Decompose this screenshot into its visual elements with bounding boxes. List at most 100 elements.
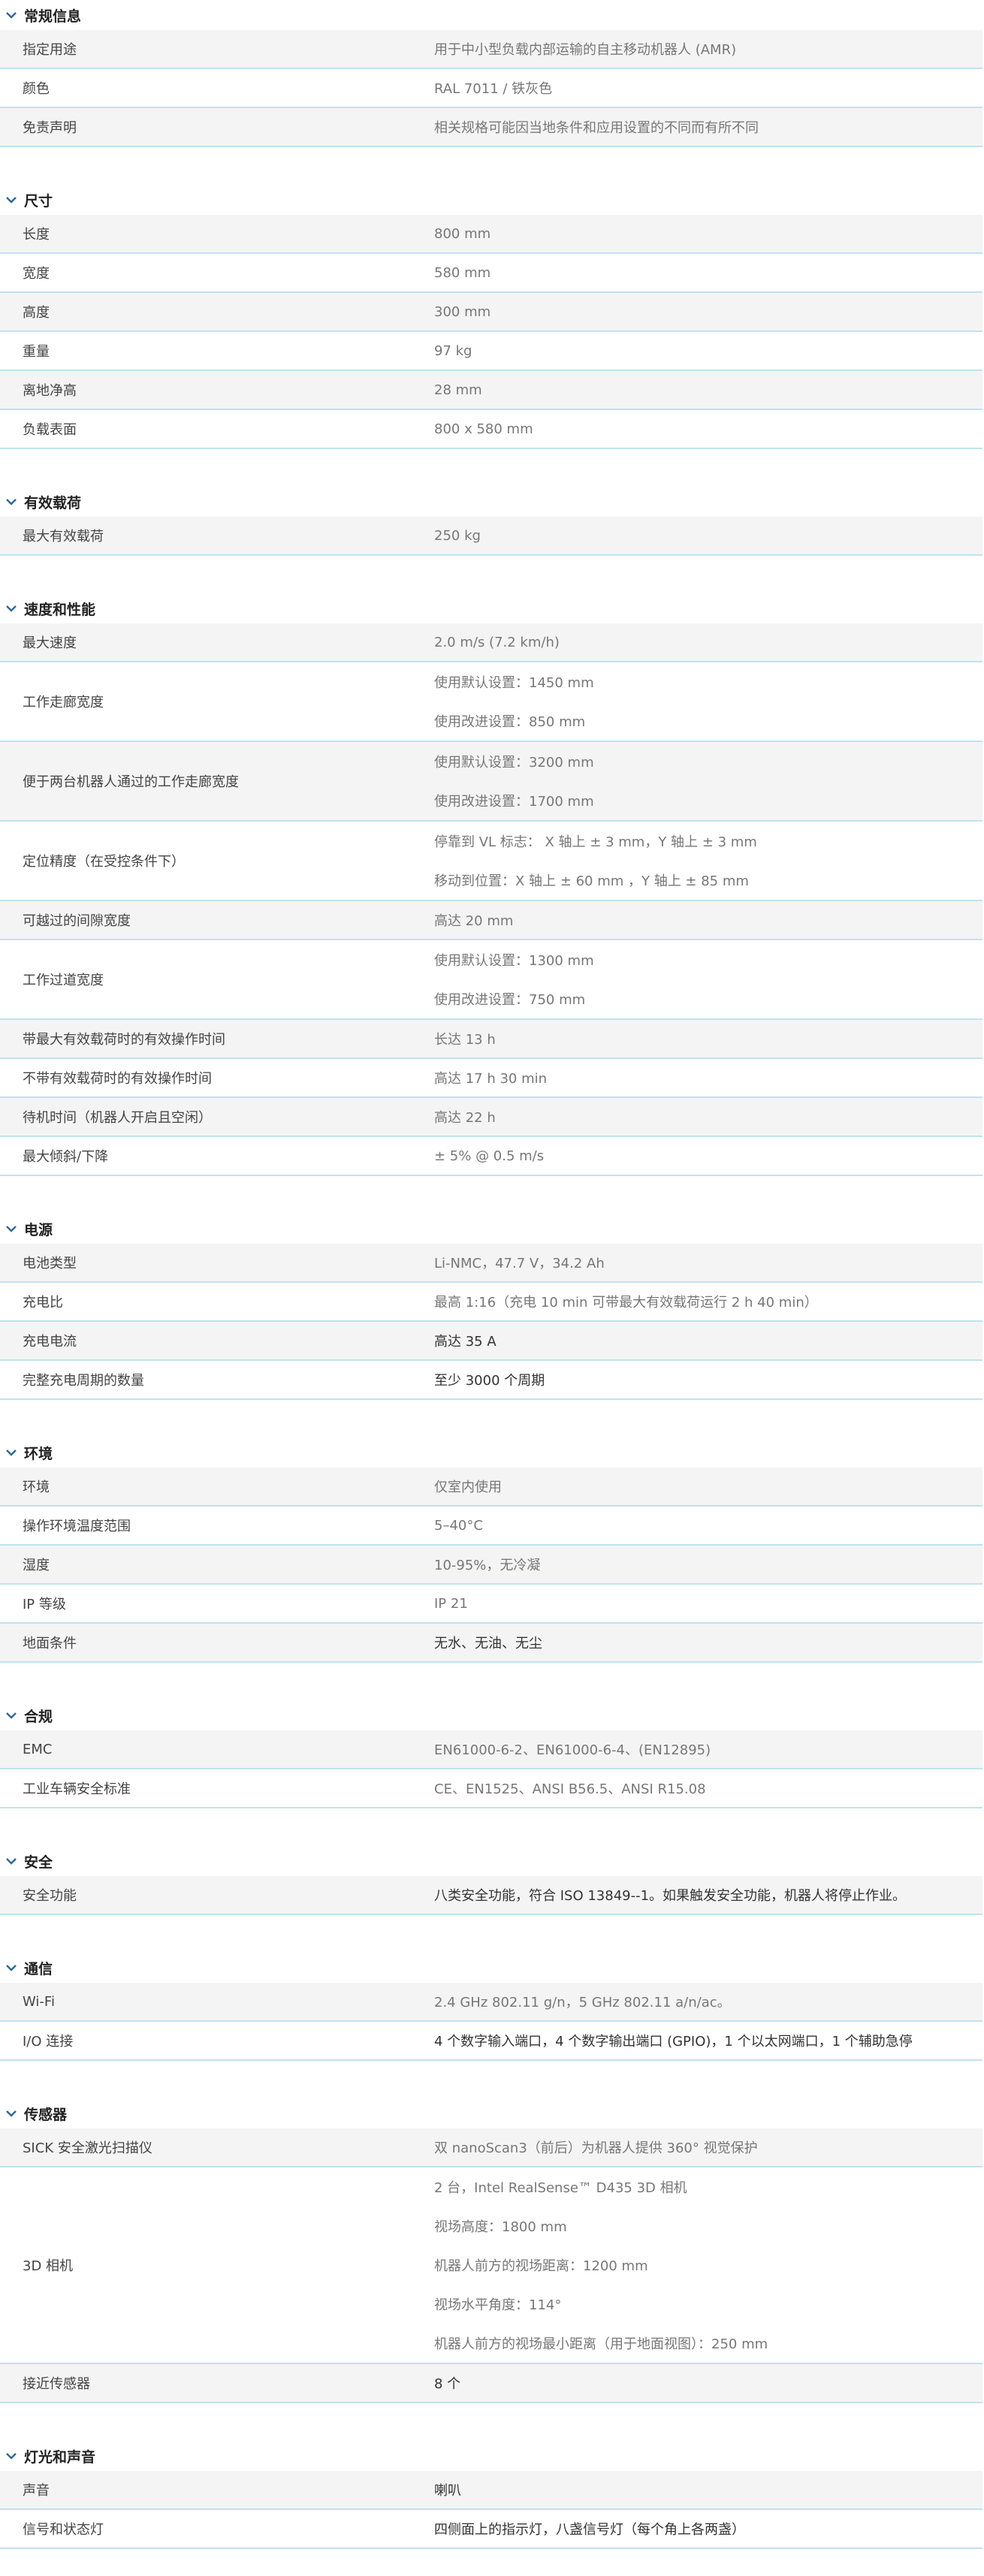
spec-row: 地面条件 无水、无油、无尘 [0, 1624, 982, 1663]
spec-label: 颜色 [23, 81, 50, 97]
spec-value: 580 mm [434, 254, 982, 291]
spec-rows: 电池类型 Li-NMC，47.7 V，34.2 Ah 充电比 最高 1:16（充电 1… [0, 1244, 984, 1400]
spec-value-line: 5–40°C [434, 1517, 483, 1534]
chevron-down-icon[interactable] [6, 1447, 17, 1458]
spec-label: 湿度 [23, 1558, 50, 1573]
spec-row: 待机时间（机器人开启且空闲） 高达 22 h [0, 1098, 982, 1137]
spec-value-line: IP 21 [434, 1595, 468, 1612]
spec-value-line: 800 mm [434, 225, 491, 242]
spec-row: 湿度 10-95%，无冷凝 [0, 1546, 982, 1585]
section-header[interactable]: 有效载荷 [0, 487, 984, 517]
spec-row: 工作走廊宽度 使用默认设置：1450 mm 使用改进设置：850 mm [0, 662, 982, 742]
spec-rows: EMC EN61000-6-2、EN61000-6-4、(EN12895) 工业车辆… [0, 1730, 984, 1808]
section-title: 通信 [24, 1960, 53, 1977]
spec-value: CE、EN1525、ANSI B56.5、ANSI R15.08 [434, 1769, 982, 1807]
spec-value-line: 使用默认设置：1300 mm [434, 953, 594, 969]
section-header[interactable]: 环境 [0, 1437, 984, 1467]
spec-label: 声音 [23, 2483, 50, 2499]
spec-value-line: 250 kg [434, 527, 481, 544]
spec-row: 宽度 580 mm [0, 254, 982, 293]
spec-row: 接近传感器 8 个 [0, 2364, 982, 2403]
section-header[interactable]: 传感器 [0, 2098, 984, 2128]
section-title: 灯光和声音 [24, 2448, 96, 2466]
spec-rows: 指定用途 用于中小型负载内部运输的自主移动机器人 (AMR) 颜色 RAL 7011 … [0, 30, 984, 147]
spec-label: 充电电流 [23, 1334, 77, 1350]
spec-label: 免责声明 [23, 120, 77, 136]
spec-value: 高达 20 mm [434, 901, 982, 939]
chevron-down-icon[interactable] [6, 2108, 17, 2119]
spec-row: 带最大有效载荷时的有效操作时间 长达 13 h [0, 1020, 982, 1059]
spec-label: 最大倾斜/下降 [23, 1149, 109, 1165]
spec-value: 4 个数字输入端口，4 个数字输出端口 (GPIO)，1 个以太网端口，1 个辅… [434, 2022, 982, 2059]
spec-value: 2 台，Intel RealSense™ D435 3D 相机 视场高度：1800… [434, 2167, 982, 2363]
spec-row: 完整充电周期的数量 至少 3000 个周期 [0, 1361, 982, 1400]
spec-label: EMC [23, 1741, 53, 1757]
chevron-down-icon[interactable] [6, 1710, 17, 1721]
spec-label: 3D 相机 [23, 2258, 74, 2274]
spec-label: 负载表面 [23, 422, 77, 438]
spec-label: 地面条件 [23, 1636, 77, 1651]
spec-row: 工作过道宽度 使用默认设置：1300 mm 使用改进设置：750 mm [0, 940, 982, 1020]
spec-row: 离地净高 28 mm [0, 371, 982, 410]
section-title: 常规信息 [24, 8, 82, 25]
chevron-down-icon[interactable] [6, 1962, 17, 1973]
spec-row: 环境 仅室内使用 [0, 1467, 982, 1507]
spec-value: IP 21 [434, 1585, 982, 1622]
spec-rows: SICK 安全激光扫描仪 双 nanoScan3（前后）为机器人提供 360° 视… [0, 2128, 984, 2403]
spec-rows: 最大速度 2.0 m/s (7.2 km/h) 工作走廊宽度 使用默认设置：1450 … [0, 623, 984, 1176]
spec-value-line: 10-95%，无冷凝 [434, 1558, 541, 1573]
spec-label: 完整充电周期的数量 [23, 1373, 144, 1389]
spec-label: 离地净高 [23, 383, 77, 399]
spec-value-line: 机器人前方的视场距离：1200 mm [434, 2258, 648, 2274]
spec-row: 颜色 RAL 7011 / 铁灰色 [0, 69, 982, 108]
spec-value-line: RAL 7011 / 铁灰色 [434, 81, 553, 97]
section-header[interactable]: 通信 [0, 1953, 984, 1983]
spec-row: 定位精度（在受控条件下） 停靠到 VL 标志： X 轴上 ± 3 mm，Y 轴上 … [0, 822, 982, 901]
spec-row: Wi-Fi 2.4 GHz 802.11 g/n，5 GHz 802.11 a/n… [0, 1983, 982, 2022]
spec-value-line: 28 mm [434, 382, 482, 398]
spec-value: EN61000-6-2、EN61000-6-4、(EN12895) [434, 1730, 982, 1768]
spec-value: ± 5% @ 0.5 m/s [434, 1137, 982, 1175]
section-header[interactable]: 灯光和声音 [0, 2441, 984, 2471]
chevron-down-icon[interactable] [6, 195, 17, 205]
spec-label: 工业车辆安全标准 [23, 1781, 131, 1797]
chevron-down-icon[interactable] [6, 603, 17, 614]
spec-row: 电池类型 Li-NMC，47.7 V，34.2 Ah [0, 1244, 982, 1283]
chevron-down-icon[interactable] [6, 10, 17, 20]
spec-value-line: 使用改进设置：850 mm [434, 714, 586, 730]
chevron-down-icon[interactable] [6, 496, 17, 507]
spec-value: 仅室内使用 [434, 1467, 982, 1505]
spec-value-line: 4 个数字输入端口，4 个数字输出端口 (GPIO)，1 个以太网端口，1 个辅… [434, 2034, 913, 2050]
spec-value: 2.4 GHz 802.11 g/n，5 GHz 802.11 a/n/ac。 [434, 1983, 982, 2020]
chevron-down-icon[interactable] [6, 1223, 17, 1234]
chevron-down-icon[interactable] [6, 1856, 17, 1866]
section-header[interactable]: 合规 [0, 1700, 984, 1730]
spec-value-line: 用于中小型负载内部运输的自主移动机器人 (AMR) [434, 42, 737, 58]
section-header[interactable]: 安全 [0, 1846, 984, 1876]
spec-section: 通信 Wi-Fi 2.4 GHz 802.11 g/n，5 GHz 802.11 a… [0, 1953, 984, 2061]
spec-section: 常规信息 指定用途 用于中小型负载内部运输的自主移动机器人 (AMR) 颜色 RAL 7… [0, 0, 984, 147]
spec-value-line: 2 台，Intel RealSense™ D435 3D 相机 [434, 2180, 687, 2196]
spec-row: 免责声明 相关规格可能因当地条件和应用设置的不同而有所不同 [0, 108, 982, 147]
section-header[interactable]: 常规信息 [0, 0, 984, 30]
section-title: 有效载荷 [24, 494, 82, 511]
section-title: 安全 [24, 1854, 53, 1871]
section-title: 电源 [24, 1221, 53, 1238]
spec-value: 8 个 [434, 2364, 982, 2402]
spec-value: Li-NMC，47.7 V，34.2 Ah [434, 1244, 982, 1281]
section-header[interactable]: 速度和性能 [0, 593, 984, 623]
chevron-down-icon[interactable] [6, 2451, 17, 2461]
spec-value: 高达 22 h [434, 1098, 982, 1136]
spec-row: EMC EN61000-6-2、EN61000-6-4、(EN12895) [0, 1730, 982, 1769]
spec-value-line: 视场高度：1800 mm [434, 2219, 567, 2235]
spec-rows: 声音 喇叭 信号和状态灯 四侧面上的指示灯，八盏信号灯（每个角上各两盏） [0, 2471, 984, 2549]
spec-row: 重量 97 kg [0, 332, 982, 371]
spec-value-line: CE、EN1525、ANSI B56.5、ANSI R15.08 [434, 1781, 706, 1797]
section-header[interactable]: 电源 [0, 1214, 984, 1244]
spec-section: 合规 EMC EN61000-6-2、EN61000-6-4、(EN12895) 工业… [0, 1700, 984, 1808]
spec-value: 使用默认设置：3200 mm 使用改进设置：1700 mm [434, 742, 982, 820]
spec-value-line: 2.4 GHz 802.11 g/n，5 GHz 802.11 a/n/ac。 [434, 1995, 731, 2010]
section-header[interactable]: 尺寸 [0, 185, 984, 215]
spec-label: 宽度 [23, 266, 50, 282]
spec-value: 高达 35 A [434, 1322, 982, 1359]
